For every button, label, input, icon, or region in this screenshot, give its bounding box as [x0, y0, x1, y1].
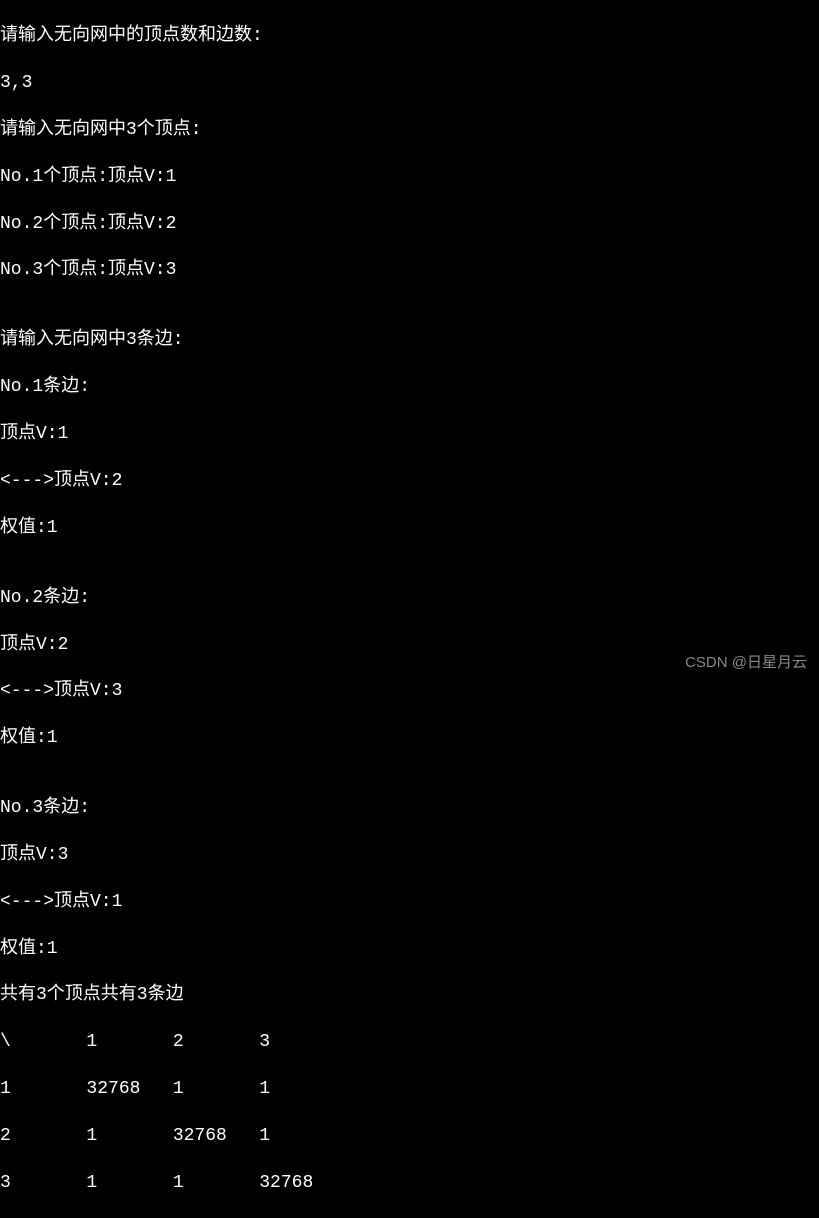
watermark-text: CSDN @日星月云 — [685, 653, 807, 673]
terminal-line: No.3条边: — [0, 797, 819, 820]
terminal-line: 1 32768 1 1 — [0, 1078, 819, 1101]
terminal-line: 顶点V:1 — [0, 423, 819, 446]
terminal-line: <--->顶点V:2 — [0, 470, 819, 493]
terminal-line: 共有3个顶点共有3条边 — [0, 984, 819, 1007]
terminal-line: No.1条边: — [0, 376, 819, 399]
terminal-line: No.1个顶点:顶点V:1 — [0, 166, 819, 189]
terminal-line: No.2条边: — [0, 587, 819, 610]
terminal-line: 权值:1 — [0, 727, 819, 750]
terminal-output: 请输入无向网中的顶点数和边数: 3,3 请输入无向网中3个顶点: No.1个顶点… — [0, 0, 819, 1218]
terminal-line: 顶点V:3 — [0, 844, 819, 867]
terminal-line: 请输入无向网中3条边: — [0, 329, 819, 352]
terminal-line: 3 1 1 32768 — [0, 1172, 819, 1195]
terminal-line: 权值:1 — [0, 517, 819, 540]
terminal-line: <--->顶点V:1 — [0, 891, 819, 914]
terminal-line: 请输入无向网中的顶点数和边数: — [0, 25, 819, 48]
terminal-line: \ 1 2 3 — [0, 1031, 819, 1054]
terminal-line: 请输入无向网中3个顶点: — [0, 119, 819, 142]
terminal-line: 3,3 — [0, 72, 819, 95]
terminal-line: 2 1 32768 1 — [0, 1125, 819, 1148]
terminal-line: No.2个顶点:顶点V:2 — [0, 213, 819, 236]
terminal-line: <--->顶点V:3 — [0, 680, 819, 703]
terminal-line: 权值:1 — [0, 938, 819, 961]
terminal-line: No.3个顶点:顶点V:3 — [0, 259, 819, 282]
